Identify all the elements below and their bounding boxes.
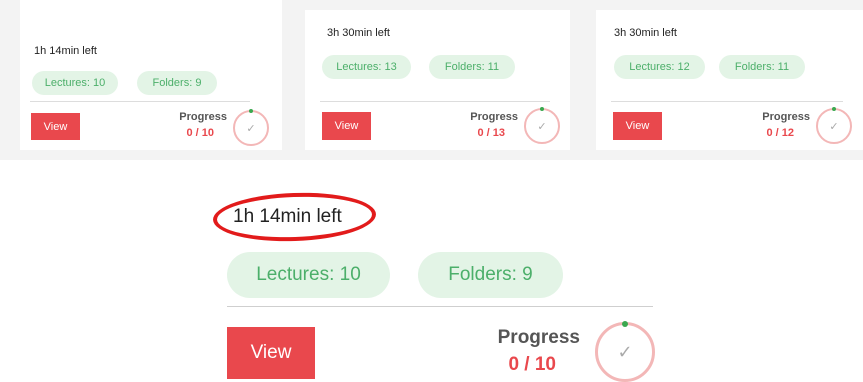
zoom-folders-pill: Folders: 9: [418, 252, 563, 298]
check-icon: ✓: [829, 120, 839, 133]
progress-label: Progress: [762, 111, 810, 123]
zoom-time-left: 1h 14min left: [233, 206, 342, 227]
zoom-divider: [227, 306, 653, 307]
progress-dot: [249, 109, 253, 113]
course-card-2: 3h 30min left Lectures: 13 Folders: 11 V…: [305, 10, 570, 150]
card-divider: [611, 101, 843, 102]
progress-ring: ✓: [816, 107, 852, 144]
course-card-3: 3h 30min left Lectures: 12 Folders: 11 V…: [596, 10, 863, 150]
zoom-progress-value: 0 / 10: [508, 354, 556, 375]
progress-ring: ✓: [233, 109, 269, 146]
progress-value: 0 / 10: [186, 127, 214, 139]
folders-pill: Folders: 11: [719, 55, 805, 79]
folders-pill: Folders: 11: [429, 55, 515, 79]
check-icon: ✓: [246, 122, 256, 135]
folders-pill: Folders: 9: [137, 71, 217, 95]
time-left: 3h 30min left: [327, 27, 390, 39]
progress-label: Progress: [470, 111, 518, 123]
progress-ring: ✓: [524, 107, 560, 144]
card-divider: [30, 101, 250, 102]
view-button[interactable]: View: [31, 113, 80, 140]
progress-value: 0 / 13: [477, 127, 505, 139]
lectures-pill: Lectures: 12: [614, 55, 705, 79]
zoom-progress-dot: [622, 321, 628, 327]
zoom-view-button[interactable]: View: [227, 327, 315, 379]
zoom-lectures-pill: Lectures: 10: [227, 252, 390, 298]
lectures-pill: Lectures: 13: [322, 55, 411, 79]
progress-dot: [832, 107, 836, 111]
lectures-pill: Lectures: 10: [32, 71, 118, 95]
card-divider: [320, 101, 550, 102]
course-card-1: 1h 14min left Lectures: 10 Folders: 9 Vi…: [20, 0, 282, 150]
check-icon: ✓: [617, 341, 633, 362]
check-icon: ✓: [537, 120, 547, 133]
zoom-progress-label: Progress: [497, 327, 580, 348]
zoom-progress-ring: ✓: [595, 321, 655, 382]
progress-value: 0 / 12: [766, 127, 794, 139]
view-button[interactable]: View: [322, 112, 371, 140]
time-left: 3h 30min left: [614, 27, 677, 39]
progress-label: Progress: [179, 111, 227, 123]
progress-dot: [540, 107, 544, 111]
view-button[interactable]: View: [613, 112, 662, 140]
time-left: 1h 14min left: [34, 45, 97, 57]
card-strip: 1h 14min left Lectures: 10 Folders: 9 Vi…: [0, 0, 863, 160]
